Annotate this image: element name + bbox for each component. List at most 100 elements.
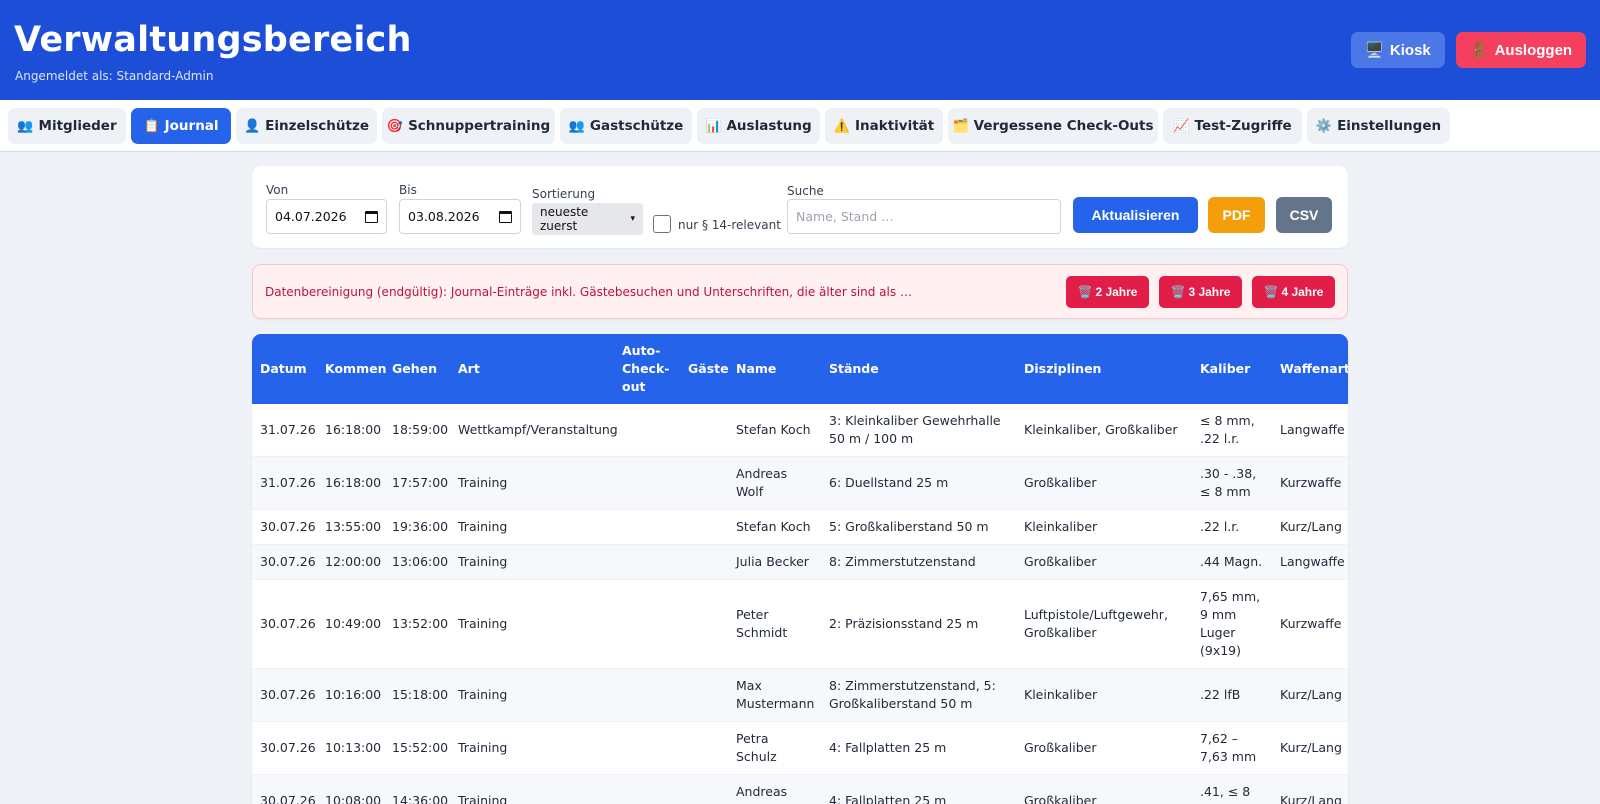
- cell-auto-check-out: [614, 510, 680, 545]
- delete-2-years-button[interactable]: 🗑️ 2 Jahre: [1066, 276, 1149, 308]
- table-row[interactable]: 31.07.26 16:18:00 17:57:00 Training Andreas …: [252, 456, 1348, 510]
- search-input[interactable]: Name, Stand …: [787, 199, 1061, 234]
- tab-label: Einstellungen: [1337, 118, 1442, 134]
- column-header-auto-check-out[interactable]: Auto-Check-out: [614, 334, 680, 404]
- table-row[interactable]: 30.07.26 10:08:00 14:36:00 Training Andreas …: [252, 774, 1348, 804]
- cell-datum: 30.07.26: [260, 519, 316, 534]
- chevron-down-icon: ▾: [630, 214, 635, 224]
- table-row[interactable]: 30.07.26 12:00:00 13:06:00 Training Julia Be…: [252, 544, 1348, 580]
- cell-auto-check-out: [614, 457, 680, 510]
- tab-journal[interactable]: 📋 Journal: [131, 108, 231, 144]
- to-date-value: 03.08.2026: [408, 209, 480, 224]
- cell-datum: 30.07.26: [260, 616, 316, 631]
- cell-disziplinen: Kleinkaliber, Großkaliber: [1024, 422, 1178, 437]
- column-header-kaliber[interactable]: Kaliber: [1192, 334, 1272, 404]
- column-header-datum[interactable]: Datum: [252, 334, 317, 404]
- column-header-kommen[interactable]: Kommen: [317, 334, 386, 404]
- monitor-icon: 🖥️: [1365, 42, 1384, 59]
- cell-waffenart: Kurzwaffe: [1280, 616, 1342, 631]
- trash-icon: 🗑️: [1077, 285, 1093, 299]
- csv-export-button[interactable]: CSV: [1276, 197, 1332, 233]
- calendar-icon[interactable]: [499, 210, 512, 223]
- column-header-disziplinen[interactable]: Disziplinen: [1016, 334, 1192, 404]
- tab-mitglieder[interactable]: 👥 Mitglieder: [8, 108, 126, 144]
- column-header-staende[interactable]: Stände: [821, 334, 1016, 404]
- table-row[interactable]: 30.07.26 10:13:00 15:52:00 Training Petra Sc…: [252, 721, 1348, 775]
- cell-kommen: 16:18:00: [325, 422, 382, 437]
- cell-gehen: 18:59:00: [392, 422, 449, 437]
- from-date-input[interactable]: 04.07.2026: [266, 199, 387, 234]
- cell-gehen: 17:57:00: [392, 475, 449, 490]
- table-row[interactable]: 30.07.26 10:16:00 15:18:00 Training Max Must…: [252, 668, 1348, 722]
- cell-datum: 30.07.26: [260, 554, 316, 569]
- cell-staende: 6: Duellstand 25 m: [829, 475, 949, 490]
- journal-table: Datum Kommen Gehen Art Auto-Check-out Gä…: [252, 334, 1348, 804]
- door-icon: 🚪: [1469, 42, 1489, 59]
- table-row[interactable]: 30.07.26 10:49:00 13:52:00 Training Peter Sc…: [252, 579, 1348, 669]
- from-label: Von: [266, 183, 289, 197]
- cell-name: Andreas Wolf: [736, 466, 788, 499]
- paragraph14-checkbox[interactable]: [653, 215, 671, 233]
- cell-gaeste: [680, 404, 728, 457]
- cell-datum: 30.07.26: [260, 740, 316, 755]
- column-header-gehen[interactable]: Gehen: [384, 334, 450, 404]
- column-header-name[interactable]: Name: [728, 334, 821, 404]
- cell-disziplinen: Großkaliber: [1024, 740, 1097, 755]
- column-header-art[interactable]: Art: [450, 334, 614, 404]
- cell-disziplinen: Kleinkaliber: [1024, 519, 1098, 534]
- cell-art: Training: [458, 554, 508, 569]
- from-date-value: 04.07.2026: [275, 209, 347, 224]
- refresh-button[interactable]: Aktualisieren: [1073, 197, 1198, 233]
- top-header: Verwaltungsbereich Angemeldet als: Stand…: [0, 0, 1600, 100]
- cell-waffenart: Langwaffe: [1280, 422, 1345, 437]
- cell-kaliber: 7,62 – 7,63 mm: [1200, 731, 1257, 764]
- cell-kommen: 10:49:00: [325, 616, 382, 631]
- pdf-export-button[interactable]: PDF: [1208, 197, 1265, 233]
- cell-gehen: 19:36:00: [392, 519, 449, 534]
- calendar-icon[interactable]: [365, 210, 378, 223]
- cell-disziplinen: Großkaliber: [1024, 793, 1097, 804]
- kiosk-button[interactable]: 🖥️ Kiosk: [1351, 32, 1445, 68]
- cell-gehen: 13:52:00: [392, 616, 449, 631]
- cell-kommen: 13:55:00: [325, 519, 382, 534]
- cell-art: Training: [458, 793, 508, 804]
- cell-name: Andreas Wolf: [736, 784, 788, 804]
- logged-in-as: Angemeldet als: Standard-Admin: [15, 69, 214, 83]
- cell-staende: 8: Zimmerstutzenstand: [829, 554, 976, 569]
- tab-test-zugriffe[interactable]: 📈 Test-Zugriffe: [1163, 108, 1302, 144]
- tab-gastschuetze[interactable]: 👥 Gastschütze: [560, 108, 692, 144]
- delete-4-years-button[interactable]: 🗑️ 4 Jahre: [1252, 276, 1335, 308]
- tab-label: Vergessene Check-Outs: [973, 118, 1154, 134]
- cell-gehen: 15:18:00: [392, 687, 449, 702]
- cleanup-panel: Datenbereinigung (endgültig): Journal-Ei…: [252, 264, 1348, 319]
- delete-3-years-button[interactable]: 🗑️ 3 Jahre: [1159, 276, 1242, 308]
- table-header-row: Datum Kommen Gehen Art Auto-Check-out Gä…: [252, 334, 1348, 404]
- trash-icon: 🗑️: [1263, 285, 1279, 299]
- to-date-input[interactable]: 03.08.2026: [399, 199, 521, 234]
- cell-kaliber: .41, ≤ 8 mm: [1200, 784, 1251, 804]
- paragraph14-label: nur § 14-relevant: [678, 218, 781, 232]
- table-row[interactable]: 31.07.26 16:18:00 18:59:00 Wettkampf/Verans…: [252, 404, 1348, 457]
- tab-auslastung[interactable]: 📊 Auslastung: [697, 108, 820, 144]
- sort-value: neueste zuerst: [540, 205, 589, 233]
- tab-vergessene-check-outs[interactable]: 🗂️ Vergessene Check-Outs: [948, 108, 1158, 144]
- cell-datum: 31.07.26: [260, 475, 316, 490]
- logout-button[interactable]: 🚪 Ausloggen: [1456, 32, 1586, 68]
- tab-einzelschuetze[interactable]: 👤 Einzelschütze: [236, 108, 377, 144]
- cleanup-message: Datenbereinigung (endgültig): Journal-Ei…: [265, 285, 912, 299]
- column-header-gaeste[interactable]: Gäste: [680, 334, 729, 404]
- sort-select[interactable]: neueste zuerst ▾: [532, 203, 643, 235]
- tab-schnuppertraining[interactable]: 🎯 Schnuppertraining: [382, 108, 555, 144]
- column-header-waffenart[interactable]: Waffenart: [1272, 334, 1348, 404]
- table-row[interactable]: 30.07.26 13:55:00 19:36:00 Training Stefan K…: [252, 509, 1348, 545]
- cell-auto-check-out: [614, 404, 680, 457]
- tab-inaktivitaet[interactable]: ⚠️ Inaktivität: [825, 108, 943, 144]
- cell-gaeste: [680, 510, 728, 545]
- tab-einstellungen[interactable]: ⚙️ Einstellungen: [1307, 108, 1450, 144]
- warning-icon: ⚠️: [833, 118, 850, 134]
- tab-label: Auslastung: [726, 118, 812, 134]
- search-placeholder: Name, Stand …: [796, 209, 894, 224]
- cell-gaeste: [680, 669, 728, 722]
- cell-name: Petra Schulz: [736, 731, 777, 764]
- cell-staende: 5: Großkaliberstand 50 m: [829, 519, 989, 534]
